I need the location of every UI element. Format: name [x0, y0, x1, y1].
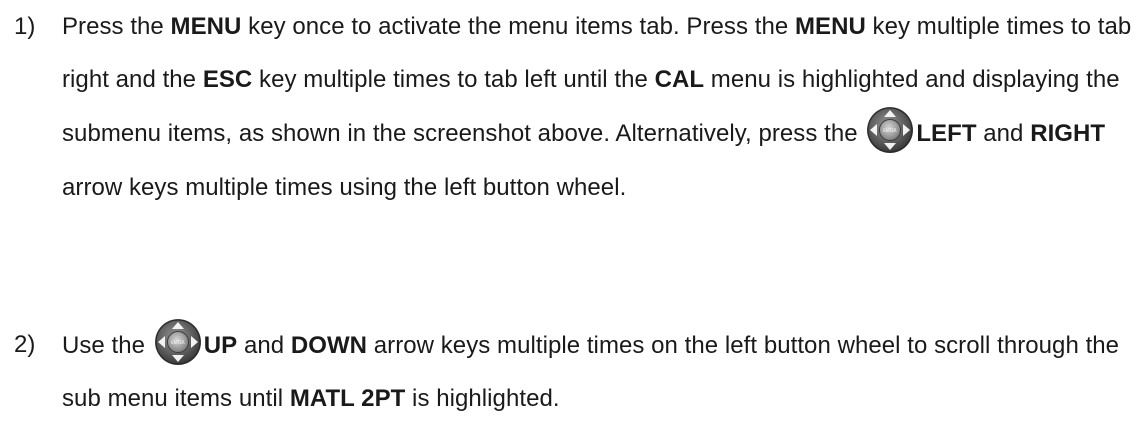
key-name-esc: ESC [202, 66, 253, 94]
text-run: arrow keys multiple times using the left… [62, 173, 627, 201]
key-name-down: DOWN [290, 332, 368, 359]
text-run: key multiple times to tab left until the [252, 66, 655, 94]
text-run: is highlighted. [405, 385, 560, 413]
step-2-text: Use the ENTER UP and DOWN arrow keys mult… [62, 318, 1140, 425]
key-name-menu: MENU [170, 13, 242, 40]
key-name-left: LEFT [916, 120, 977, 148]
instruction-document: 1) Press the MENU key once to activate t… [0, 0, 1144, 425]
key-name-up: UP [203, 332, 238, 359]
menu-name-cal: CAL [654, 66, 705, 94]
key-name-menu: MENU [794, 13, 866, 40]
button-wheel-icon: ENTER [866, 106, 914, 154]
wheel-enter-label: ENTER [884, 128, 898, 133]
menu-item-matl-2pt: MATL 2PT [289, 385, 406, 413]
text-run: and [237, 332, 291, 359]
step-1-text: Press the MENU key once to activate the … [62, 0, 1140, 214]
button-wheel-icon: ENTER [154, 318, 202, 366]
text-run: key once to activate the menu items tab.… [241, 13, 795, 40]
step-number: 2) [14, 331, 36, 358]
wheel-enter-label: ENTER [171, 340, 185, 345]
text-run: Press the [62, 13, 171, 40]
key-name-right: RIGHT [1030, 120, 1106, 148]
step-number: 1) [14, 13, 36, 40]
text-run: Use the [62, 332, 152, 359]
text-run: and [976, 120, 1031, 148]
